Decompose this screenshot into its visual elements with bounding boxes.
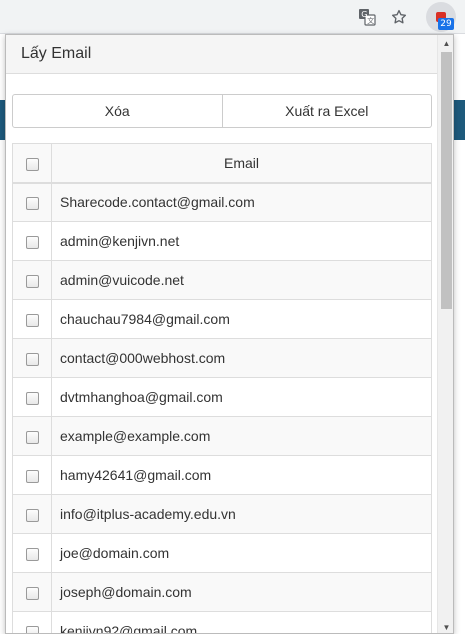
email-cell: joseph@domain.com: [51, 572, 432, 612]
table-row: hamy42641@gmail.com: [12, 455, 432, 495]
row-check-cell: [12, 377, 52, 417]
svg-text:文: 文: [367, 16, 374, 25]
row-check-cell: [12, 182, 52, 222]
email-cell: info@itplus-academy.edu.vn: [51, 494, 432, 534]
popup-title: Lấy Email: [21, 45, 92, 62]
row-checkbox[interactable]: [25, 625, 39, 633]
bookmark-star-icon[interactable]: [387, 5, 411, 29]
row-checkbox[interactable]: [25, 235, 39, 249]
translate-icon[interactable]: G 文: [355, 5, 379, 29]
row-check-cell: [12, 260, 52, 300]
row-checkbox[interactable]: [25, 197, 39, 211]
email-cell: admin@kenjivn.net: [51, 221, 432, 261]
row-check-cell: [12, 221, 52, 261]
email-cell: hamy42641@gmail.com: [51, 455, 432, 495]
row-check-cell: [12, 455, 52, 495]
table-row: info@itplus-academy.edu.vn: [12, 494, 432, 534]
table-row: Sharecode.contact@gmail.com: [12, 182, 432, 222]
delete-button[interactable]: Xóa: [12, 94, 223, 128]
table-row: chauchau7984@gmail.com: [12, 299, 432, 339]
select-all-checkbox[interactable]: [25, 157, 39, 171]
table-row: example@example.com: [12, 416, 432, 456]
scroll-down-arrow-icon[interactable]: ▼: [438, 619, 453, 633]
email-cell: contact@000webhost.com: [51, 338, 432, 378]
email-cell: dvtmhanghoa@gmail.com: [51, 377, 432, 417]
row-checkbox[interactable]: [25, 469, 39, 483]
table-row: admin@vuicode.net: [12, 260, 432, 300]
popup-header: Lấy Email: [6, 35, 453, 74]
row-check-cell: [12, 494, 52, 534]
browser-toolbar: G 文 29: [0, 0, 465, 34]
row-checkbox[interactable]: [25, 586, 39, 600]
vertical-scrollbar[interactable]: ▲ ▼: [437, 35, 453, 633]
row-check-cell: [12, 416, 52, 456]
table-row: joseph@domain.com: [12, 572, 432, 612]
table-header-row: Email: [12, 143, 432, 184]
email-cell: chauchau7984@gmail.com: [51, 299, 432, 339]
row-check-cell: [12, 611, 52, 633]
export-excel-button[interactable]: Xuất ra Excel: [222, 94, 432, 128]
row-checkbox[interactable]: [25, 274, 39, 288]
table-row: joe@domain.com: [12, 533, 432, 573]
table-row: contact@000webhost.com: [12, 338, 432, 378]
table-row: admin@kenjivn.net: [12, 221, 432, 261]
scroll-up-arrow-icon[interactable]: ▲: [438, 35, 453, 51]
row-check-cell: [12, 572, 52, 612]
action-button-group: Xóa Xuất ra Excel: [12, 94, 432, 128]
row-checkbox[interactable]: [25, 508, 39, 522]
email-cell: admin@vuicode.net: [51, 260, 432, 300]
table-row: dvtmhanghoa@gmail.com: [12, 377, 432, 417]
row-checkbox[interactable]: [25, 313, 39, 327]
email-cell: kenjivn92@gmail.com: [51, 611, 432, 633]
row-check-cell: [12, 338, 52, 378]
extension-popup: Lấy Email Xóa Xuất ra Excel Email Sharec…: [5, 34, 454, 634]
email-table: Email Sharecode.contact@gmail.com admin@…: [12, 143, 432, 633]
row-check-cell: [12, 299, 52, 339]
table-row: kenjivn92@gmail.com: [12, 611, 432, 633]
select-all-cell: [12, 143, 52, 184]
row-checkbox[interactable]: [25, 391, 39, 405]
email-cell: Sharecode.contact@gmail.com: [51, 182, 432, 222]
email-cell: example@example.com: [51, 416, 432, 456]
row-checkbox[interactable]: [25, 430, 39, 444]
row-checkbox[interactable]: [25, 547, 39, 561]
row-checkbox[interactable]: [25, 352, 39, 366]
scrollbar-thumb[interactable]: [441, 52, 452, 309]
email-cell: joe@domain.com: [51, 533, 432, 573]
extension-badge: 29: [438, 18, 454, 30]
email-column-header: Email: [51, 143, 432, 184]
row-check-cell: [12, 533, 52, 573]
